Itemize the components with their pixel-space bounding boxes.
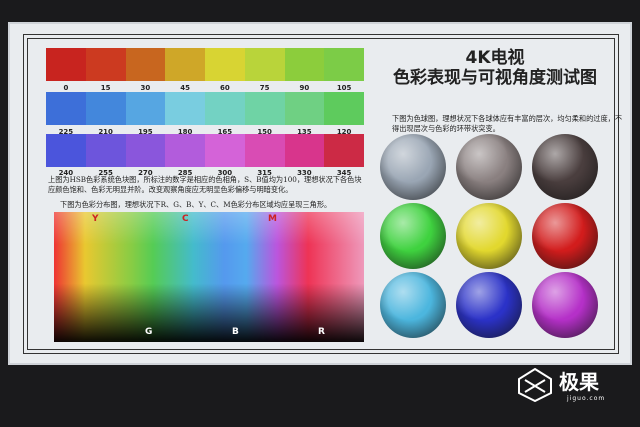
color-sphere (456, 272, 522, 338)
color-block (46, 92, 86, 125)
color-block (85, 48, 126, 81)
color-sphere (532, 203, 598, 269)
logo-icon (518, 368, 552, 402)
color-block (165, 92, 205, 125)
hue-label: 30 (140, 84, 151, 92)
label-y: Y (92, 214, 99, 224)
color-block (205, 134, 245, 167)
page-title: 4K电视 色彩表现与可视角度测试图 (370, 48, 620, 88)
color-block (324, 48, 364, 81)
color-distribution-gradient (54, 212, 364, 342)
distribution-description: 下图为色彩分布图，理想状况下R、G、B、Y、C、M色彩分布区域均应呈现三角形。 (60, 200, 332, 209)
color-block (244, 48, 285, 81)
color-block-row (46, 48, 364, 81)
color-block (125, 134, 166, 167)
color-block (85, 134, 126, 167)
color-block (165, 134, 205, 167)
color-block (165, 48, 205, 81)
tv-screen: 0 15 30 45 60 75 90 105 225 210 195 180 165 150 135 120… (8, 22, 632, 365)
color-block (46, 134, 86, 167)
label-g: G (145, 327, 153, 337)
color-block (244, 92, 285, 125)
color-block-row (46, 92, 364, 125)
label-b: B (232, 327, 239, 337)
color-block (244, 134, 285, 167)
sphere-description: 下图为色球图，理想状况下各球体应有丰富的层次，均匀柔和的过度，不得出现层次与色彩… (392, 114, 623, 133)
hue-label: 90 (299, 84, 310, 92)
title-line2: 色彩表现与可视角度测试图 (393, 68, 597, 88)
color-sphere (456, 134, 522, 200)
color-sphere (380, 272, 446, 338)
hue-label: 0 (63, 84, 69, 92)
color-block (205, 92, 245, 125)
color-sphere (380, 134, 446, 200)
color-block (324, 92, 364, 125)
color-sphere (532, 134, 598, 200)
color-block (284, 92, 325, 125)
color-block (324, 134, 364, 167)
color-block (125, 92, 166, 125)
hue-label: 45 (180, 84, 190, 92)
hue-label: 15 (100, 84, 111, 92)
color-block (205, 48, 245, 81)
label-r: R (318, 327, 325, 337)
color-block (284, 48, 325, 81)
color-sphere (456, 203, 522, 269)
hue-labels: 0 15 30 45 60 75 90 105 (46, 84, 364, 92)
label-m: M (268, 214, 277, 224)
color-block (284, 134, 325, 167)
hsb-description: 上图为HSB色彩系统色块图，所标注的数字是相应的色相角，S、B值均为100，理想… (48, 175, 362, 194)
color-block-row (46, 134, 364, 167)
color-sphere (532, 272, 598, 338)
title-line1: 4K电视 (465, 48, 525, 68)
hue-label: 105 (336, 84, 352, 92)
hue-label: 75 (259, 84, 270, 92)
color-block (125, 48, 166, 81)
label-c: C (182, 214, 189, 224)
logo-url: jiguo.com (567, 395, 606, 402)
color-sphere (380, 203, 446, 269)
color-block (46, 48, 86, 81)
hue-label: 60 (220, 84, 230, 92)
logo-name: 极果 (559, 370, 599, 394)
watermark-logo: 极果 jiguo.com (515, 366, 605, 402)
color-block (85, 92, 126, 125)
